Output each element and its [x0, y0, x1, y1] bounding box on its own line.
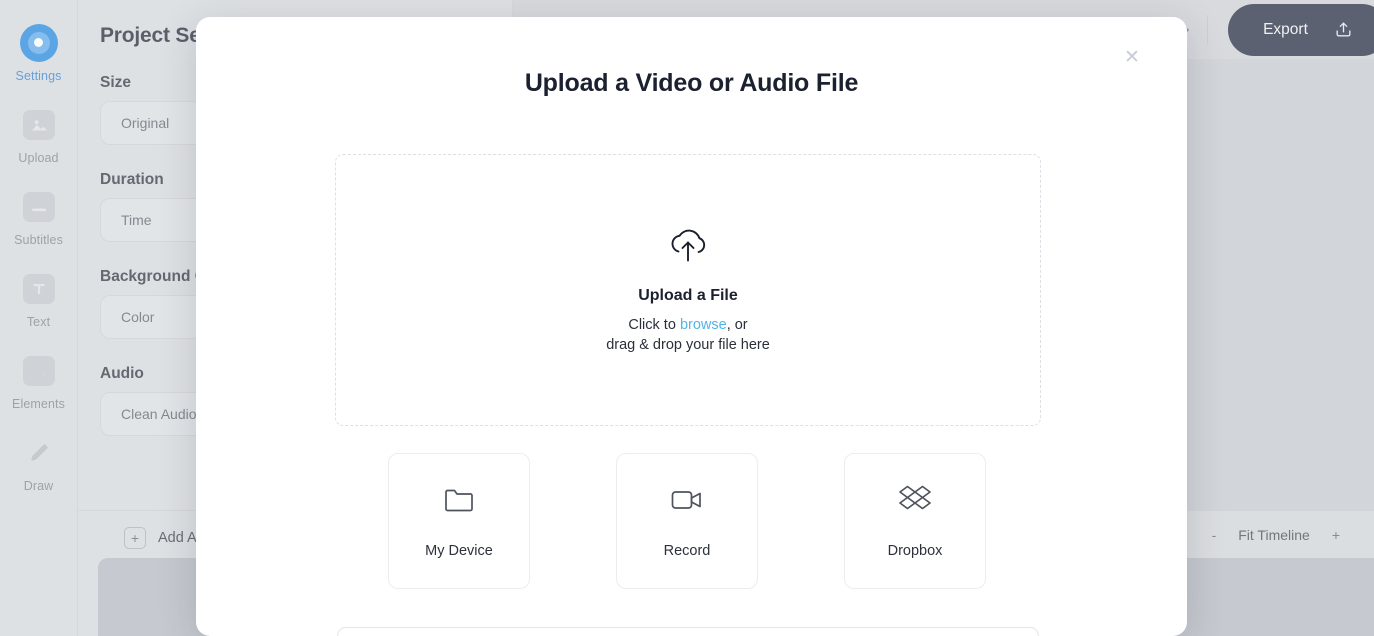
- browse-link[interactable]: browse: [680, 317, 727, 333]
- modal-title: Upload a Video or Audio File: [524, 69, 859, 97]
- url-input-box[interactable]: [337, 627, 1039, 636]
- upload-modal: ✕ Upload a Video or Audio File Upload a …: [196, 17, 1187, 636]
- upload-source-options: My Device Record Dropbox: [388, 453, 986, 589]
- dropzone-line1-prefix: Click to: [628, 316, 680, 333]
- close-x-icon[interactable]: ✕: [1119, 44, 1145, 70]
- file-dropzone[interactable]: Upload a File Click to browse, or drag &…: [335, 154, 1041, 426]
- option-label: Record: [663, 543, 711, 559]
- option-my-device[interactable]: My Device: [388, 453, 530, 589]
- option-dropbox[interactable]: Dropbox: [844, 453, 986, 589]
- video-camera-icon: [670, 483, 704, 517]
- option-label: Dropbox: [887, 543, 943, 559]
- dropzone-line2: drag & drop your file here: [606, 336, 770, 353]
- option-label: My Device: [425, 543, 493, 559]
- dropzone-line1-suffix: , or: [726, 316, 748, 333]
- app-root: Settings Upload Subtitles Text Elements …: [0, 0, 1374, 636]
- cloud-upload-icon: [665, 226, 711, 271]
- option-record[interactable]: Record: [616, 453, 758, 589]
- dropzone-subtitle: Click to browse, or drag & drop your fil…: [606, 315, 770, 355]
- dropbox-icon: [898, 483, 932, 517]
- folder-icon: [443, 483, 475, 517]
- dropzone-title: Upload a File: [638, 286, 738, 304]
